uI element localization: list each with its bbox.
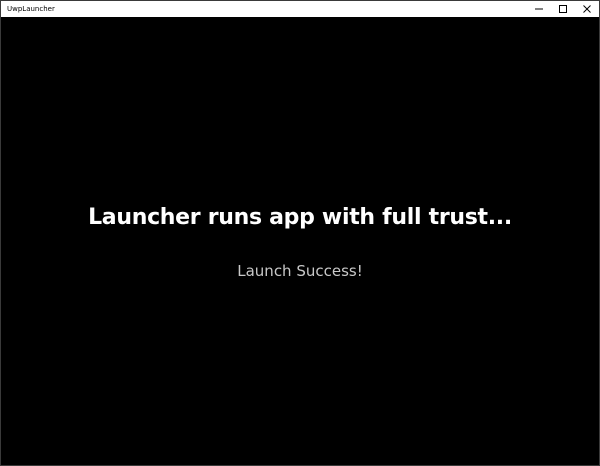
minimize-button[interactable] — [527, 1, 551, 17]
caption-buttons — [527, 1, 599, 17]
status-text: Launch Success! — [237, 262, 363, 280]
close-icon — [583, 5, 591, 13]
maximize-icon — [559, 5, 567, 13]
app-window: UwpLauncher Launcher runs app with full — [0, 0, 600, 466]
maximize-button[interactable] — [551, 1, 575, 17]
window-title: UwpLauncher — [7, 5, 55, 13]
headline-text: Launcher runs app with full trust... — [88, 205, 512, 230]
close-button[interactable] — [575, 1, 599, 17]
main-content: Launcher runs app with full trust... Lau… — [1, 17, 599, 465]
minimize-icon — [535, 8, 543, 10]
title-bar[interactable]: UwpLauncher — [1, 1, 599, 17]
